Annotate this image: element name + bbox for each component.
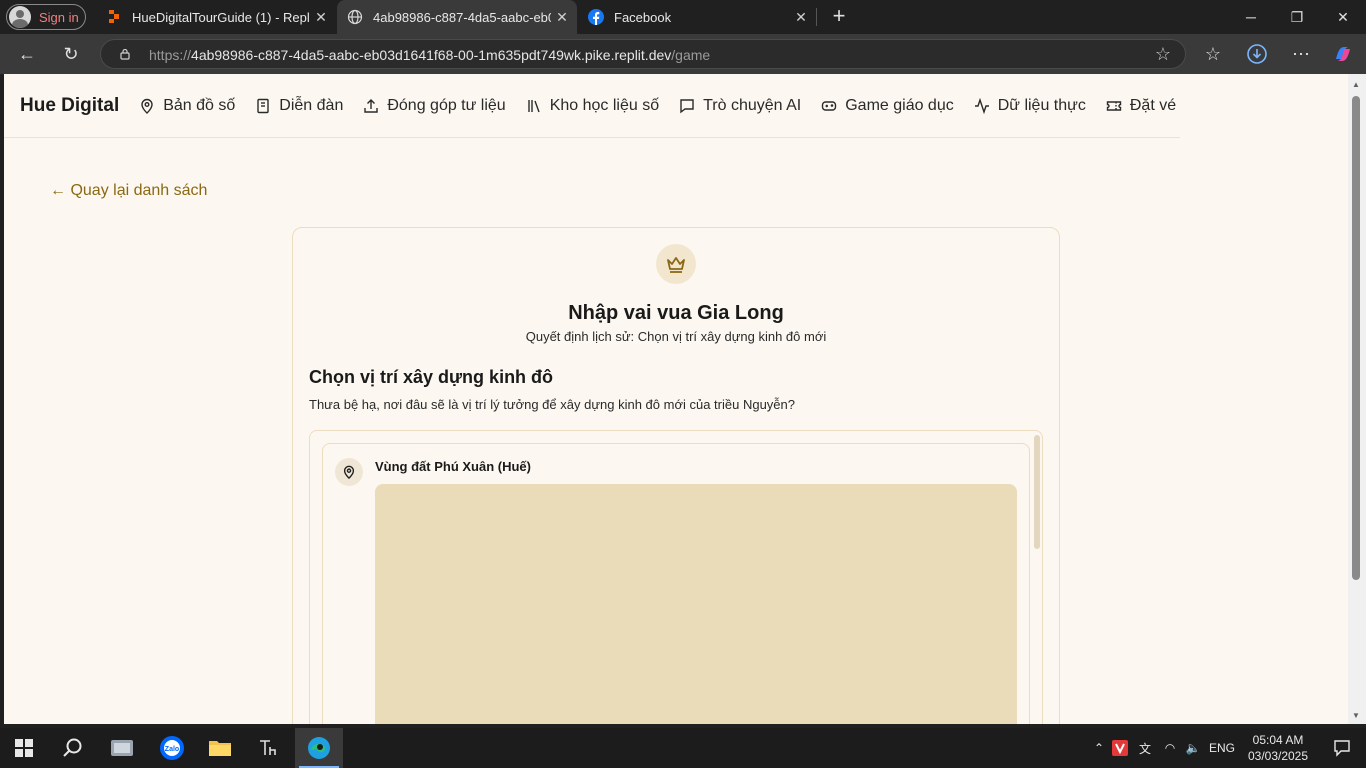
nav-item-forum[interactable]: Diễn đàn (255, 97, 343, 115)
site-brand[interactable]: Hue Digital (20, 95, 119, 117)
chat-icon (680, 98, 694, 113)
typing-app-icon[interactable] (244, 728, 292, 768)
nav-item-tickets[interactable]: Đặt vé (1106, 97, 1176, 115)
question-text: Thưa bệ hạ, nơi đâu sẽ là vị trí lý tưởn… (309, 397, 795, 412)
back-to-list-link[interactable]: ← Quay lại danh sách (50, 182, 207, 200)
wifi-icon[interactable]: ◠ (1158, 741, 1182, 755)
close-window-button[interactable]: ✕ (1320, 0, 1366, 34)
address-bar[interactable]: https://4ab98986-c887-4da5-aabc-eb03d164… (100, 39, 1186, 69)
search-icon[interactable] (48, 728, 96, 768)
close-tab-icon[interactable]: ✕ (551, 9, 573, 26)
language-indicator[interactable]: ENG (1204, 741, 1240, 755)
scrollbar-thumb[interactable] (1352, 96, 1360, 580)
scroll-up-icon[interactable]: ▲ (1352, 80, 1360, 89)
windows-taskbar: Zalo ⌃ ⽂ ◠ 🔈 ENG 05:04 AM 03/03/2025 (0, 728, 1366, 768)
vivaldi-icon[interactable] (1108, 740, 1132, 756)
close-tab-icon[interactable]: ✕ (310, 9, 332, 26)
show-hidden-icons-icon[interactable]: ⌃ (1090, 741, 1108, 755)
game-card: Nhập vai vua Gia Long Quyết định lịch sử… (292, 227, 1060, 724)
upload-icon (364, 98, 379, 113)
ticket-icon (1106, 100, 1122, 111)
downloads-icon[interactable] (1242, 40, 1272, 68)
windows-start-icon[interactable] (0, 728, 48, 768)
close-tab-icon[interactable]: ✕ (790, 9, 812, 26)
nav-item-games[interactable]: Game giáo dục (821, 97, 954, 115)
nav-item-label: Bản đồ số (163, 96, 236, 114)
nav-item-label: Đặt vé (1129, 96, 1177, 114)
maximize-button[interactable]: ❐ (1274, 0, 1320, 34)
facebook-icon (588, 9, 604, 25)
activity-icon (974, 97, 989, 114)
option-card[interactable]: Vùng đất Phú Xuân (Huế) (322, 443, 1030, 724)
crown-icon (656, 244, 696, 284)
options-scrollbar[interactable] (1034, 435, 1040, 549)
map-pin-icon (141, 98, 153, 114)
nav-item-label: Game giáo dục (845, 96, 954, 114)
nav-item-library[interactable]: Kho học liệu số (526, 97, 659, 115)
nav-item-label: Kho học liệu số (549, 96, 660, 114)
option-title: Vùng đất Phú Xuân (Huế) (375, 459, 531, 474)
url-text: https://4ab98986-c887-4da5-aabc-eb03d164… (149, 47, 711, 63)
input-method-icon[interactable]: ⽂ (1132, 740, 1158, 757)
replit-icon (109, 10, 119, 23)
nav-item-label: Dữ liệu thực (997, 96, 1086, 114)
web-page: Hue Digital Bản đồ số Diễn đàn Đóng góp … (4, 74, 1348, 724)
options-list: Vùng đất Phú Xuân (Huế) (309, 430, 1043, 724)
sign-in-label: Sign in (39, 9, 79, 25)
book-icon (257, 98, 269, 113)
tab-title: Facebook (614, 9, 672, 25)
globe-icon (347, 9, 363, 25)
file-explorer-icon[interactable] (196, 728, 244, 768)
favorite-star-icon[interactable]: ☆ (1155, 44, 1171, 65)
nav-item-label: Diễn đàn (279, 96, 344, 114)
map-pin-icon (335, 458, 363, 486)
tab-divider (816, 8, 817, 26)
profile-avatar-icon (9, 6, 31, 28)
edge-browser-icon[interactable] (295, 728, 343, 768)
new-tab-button[interactable]: + (826, 4, 852, 30)
svg-text:Zalo: Zalo (165, 746, 179, 753)
notifications-icon[interactable] (1318, 728, 1366, 768)
tab-facebook[interactable]: Facebook ✕ (578, 0, 816, 34)
volume-icon[interactable]: 🔈 (1182, 741, 1204, 755)
tab-title: HueDigitalTourGuide (1) - Replit (132, 9, 310, 25)
browser-toolbar: ← ↻ https://4ab98986-c887-4da5-aabc-eb03… (0, 34, 1366, 74)
sign-in-button[interactable]: Sign in (6, 4, 86, 30)
nav-item-map[interactable]: Bản đồ số (139, 97, 235, 115)
tab-game-page[interactable]: 4ab98986-c887-4da5-aabc-eb03d1641f68-00-… (337, 0, 577, 34)
refresh-icon[interactable]: ↻ (56, 40, 86, 68)
nav-item-contribute[interactable]: Đóng góp tư liệu (363, 96, 506, 115)
question-title: Chọn vị trí xây dựng kinh đô (309, 367, 554, 387)
game-title: Nhập vai vua Gia Long (568, 302, 784, 324)
clock-time: 05:04 AM (1252, 733, 1304, 747)
gamepad-icon (822, 100, 837, 111)
option-image-placeholder (375, 484, 1017, 724)
nav-item-label: Trò chuyện AI (703, 96, 802, 114)
library-icon (527, 99, 540, 112)
clock[interactable]: 05:04 AM 03/03/2025 (1240, 732, 1316, 764)
browser-tab-strip: Sign in HueDigitalTourGuide (1) - Replit… (0, 0, 1366, 34)
nav-item-live-data[interactable]: Dữ liệu thực (974, 97, 1086, 115)
tab-title: 4ab98986-c887-4da5-aabc-eb03d1641f68-00-… (373, 9, 551, 25)
more-options-icon[interactable]: ⋯ (1286, 40, 1316, 68)
minimize-button[interactable]: ─ (1228, 0, 1274, 34)
favorites-icon[interactable]: ☆ (1198, 40, 1228, 68)
app-icon[interactable] (98, 728, 146, 768)
page-scrollbar[interactable]: ▲ ▼ (1348, 74, 1366, 724)
nav-item-label: Đóng góp tư liệu (387, 96, 506, 114)
tab-replit[interactable]: HueDigitalTourGuide (1) - Replit ✕ (96, 0, 336, 34)
game-subtitle: Quyết định lịch sử: Chọn vị trí xây dựng… (525, 329, 827, 344)
zalo-icon[interactable]: Zalo (148, 728, 196, 768)
copilot-icon[interactable] (1328, 40, 1358, 68)
nav-item-ai-chat[interactable]: Trò chuyện AI (679, 97, 801, 115)
system-tray: ⌃ ⽂ ◠ 🔈 ENG (1090, 728, 1240, 768)
site-navbar: Hue Digital Bản đồ số Diễn đàn Đóng góp … (4, 74, 1180, 138)
site-info-icon[interactable] (119, 48, 131, 60)
clock-date: 03/03/2025 (1247, 749, 1309, 763)
back-arrow-icon[interactable]: ← (12, 40, 42, 68)
scroll-down-icon[interactable]: ▼ (1352, 711, 1360, 720)
